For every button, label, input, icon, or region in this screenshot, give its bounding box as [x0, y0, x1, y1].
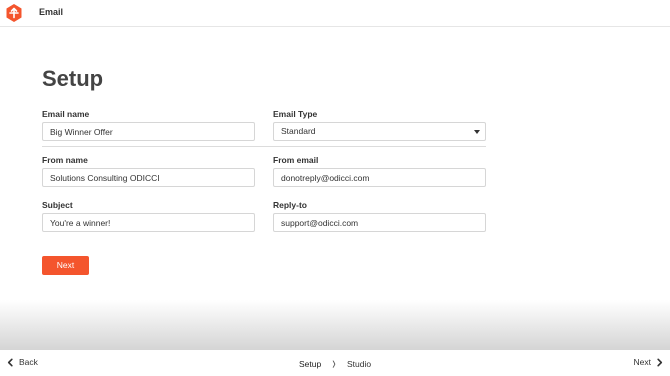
from-email-input[interactable] [273, 168, 486, 187]
step-separator-icon: ❭ [331, 361, 337, 368]
email-name-input[interactable] [42, 122, 255, 141]
reply-to-label: Reply-to [273, 200, 307, 210]
chevron-right-icon [657, 358, 663, 366]
chevron-left-icon [7, 358, 13, 366]
email-type-select[interactable]: Standard [273, 122, 486, 141]
back-button[interactable]: Back [6, 357, 38, 367]
footer-next-label: Next [633, 357, 651, 367]
step-studio[interactable]: Studio [347, 359, 371, 369]
from-name-input[interactable] [42, 168, 255, 187]
step-setup[interactable]: Setup [299, 359, 321, 369]
app-title: Email [39, 7, 64, 17]
subject-input[interactable] [42, 213, 255, 232]
reply-to-input[interactable] [273, 213, 486, 232]
subject-label: Subject [42, 200, 73, 210]
footer-next-button[interactable]: Next [634, 357, 664, 367]
caret-down-icon [474, 130, 480, 134]
back-label: Back [19, 357, 38, 367]
top-bar: Email [0, 0, 670, 27]
email-type-value: Standard [281, 126, 316, 136]
bottom-nav-bar: Back Setup ❭ Studio Next [0, 350, 670, 376]
footer-shadow [0, 300, 670, 350]
next-button[interactable]: Next [42, 256, 89, 275]
divider [42, 146, 486, 147]
from-name-label: From name [42, 155, 88, 165]
from-email-label: From email [273, 155, 319, 165]
email-type-label: Email Type [273, 109, 318, 119]
brand-logo-icon[interactable] [6, 4, 22, 22]
email-name-label: Email name [42, 109, 90, 119]
page-title: Setup [42, 66, 104, 91]
